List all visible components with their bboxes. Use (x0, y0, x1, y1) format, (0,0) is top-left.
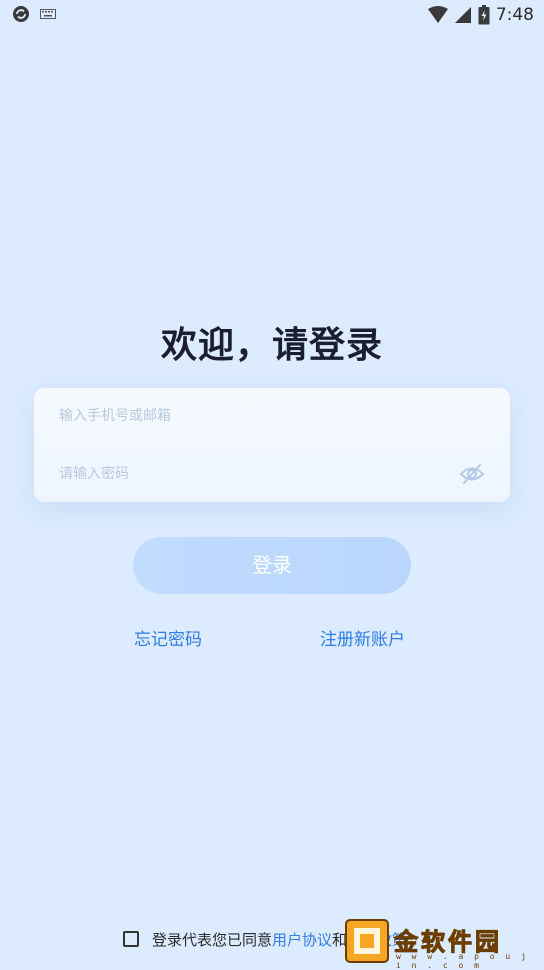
status-right: 7:48 (427, 4, 534, 26)
user-agreement-link[interactable]: 用户协议 (272, 929, 332, 950)
battery-icon (478, 5, 490, 25)
sync-icon (13, 6, 29, 22)
phone-email-input[interactable]: 输入手机号或邮箱 (59, 406, 459, 426)
page-title: 欢迎，请登录 (160, 325, 383, 366)
signal-icon (454, 7, 471, 23)
login-button[interactable]: 登录 (133, 537, 411, 594)
register-link[interactable]: 注册新账户 (320, 628, 405, 652)
forgot-password-link[interactable]: 忘记密码 (134, 628, 202, 652)
watermark-url: w w w . a p o u j i n . c o m (396, 952, 529, 970)
watermark-logo-icon (345, 919, 389, 963)
eye-off-icon[interactable] (460, 463, 484, 485)
agreement-prefix: 登录代表您已同意 (152, 930, 273, 949)
wifi-icon (427, 6, 448, 23)
status-left (12, 5, 56, 23)
status-time: 7:48 (495, 5, 534, 25)
keyboard-icon (40, 9, 56, 19)
password-input[interactable]: 请输入密码 (59, 464, 459, 484)
agreement-checkbox[interactable] (123, 931, 139, 947)
status-bar: 7:48 (0, 0, 544, 30)
login-form-card: 输入手机号或邮箱 请输入密码 (34, 388, 510, 502)
watermark: 金软件园 w w w . a p o u j i n . c o m (344, 918, 540, 970)
